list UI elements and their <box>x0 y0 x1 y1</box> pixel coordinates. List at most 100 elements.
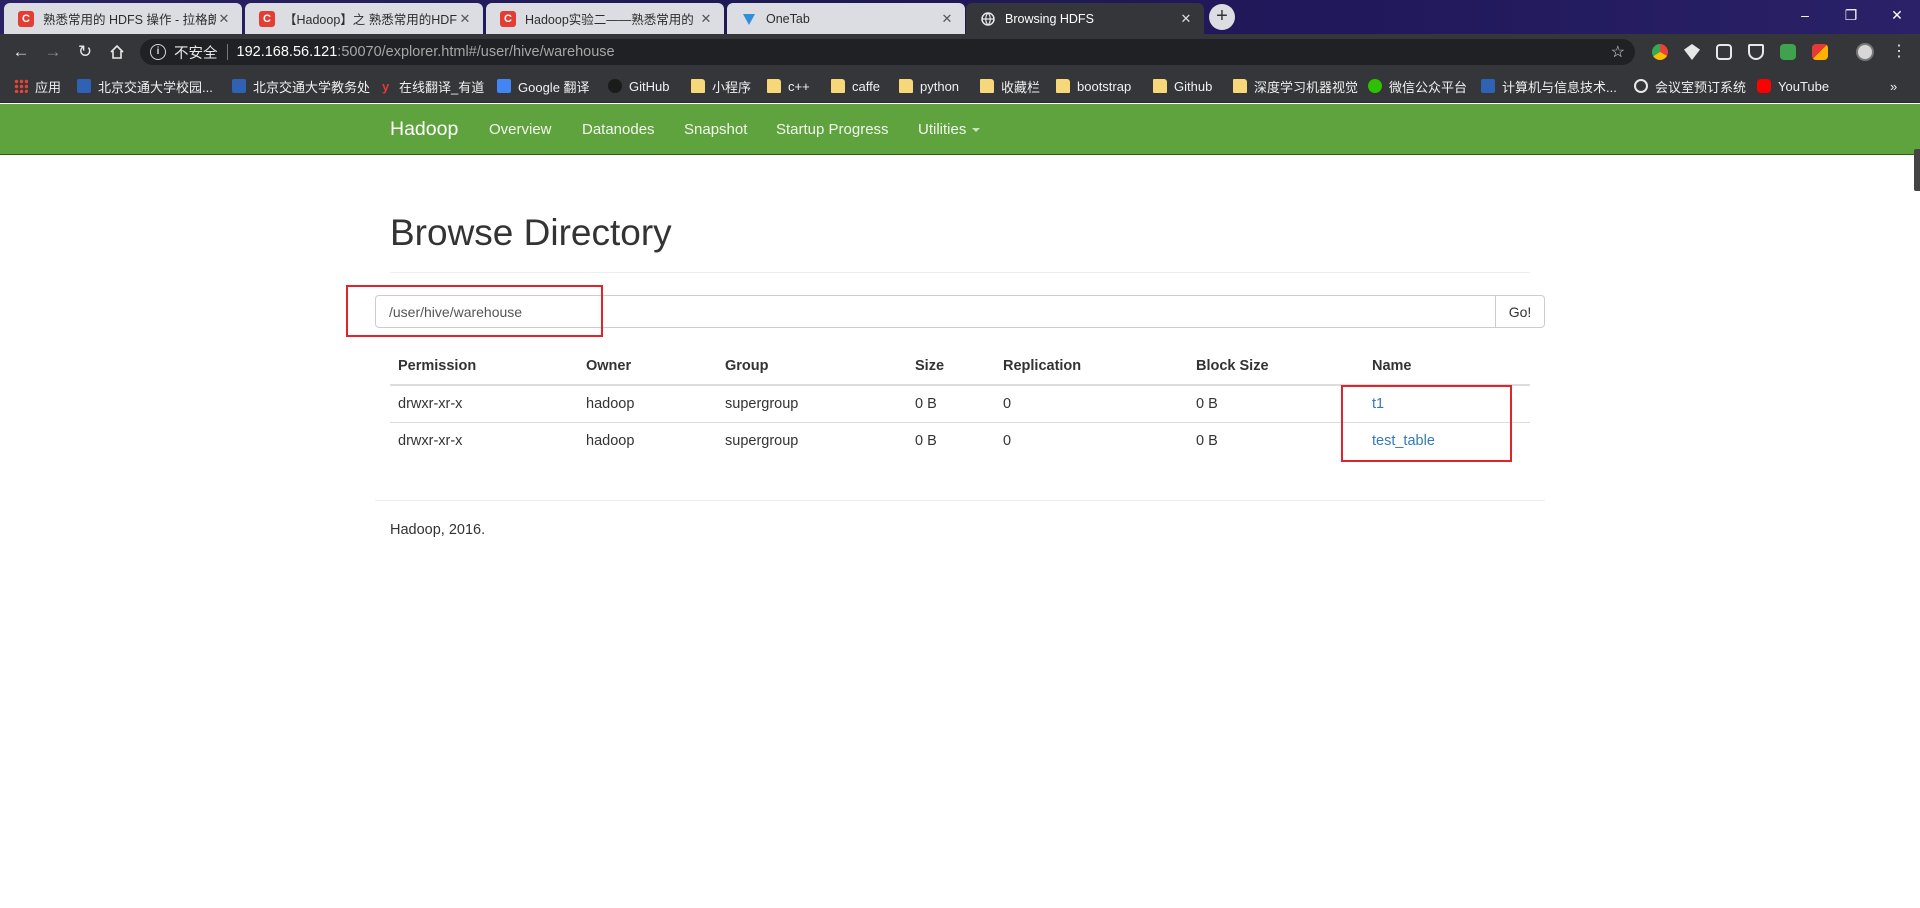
bookmark-label: 会议室预订系统 <box>1655 79 1747 95</box>
restore-icon[interactable]: ❐ <box>1828 3 1874 27</box>
cell-size: 0 B <box>907 421 995 459</box>
divider <box>375 500 1545 501</box>
bookmark-folder-cpp[interactable]: c++ <box>767 77 810 95</box>
info-icon[interactable]: i <box>150 44 166 60</box>
column-header-replication[interactable]: Replication <box>995 347 1188 386</box>
menu-kebab-icon[interactable]: ⋮ <box>1888 41 1910 63</box>
github-icon <box>608 79 622 93</box>
bjtu-icon <box>1481 79 1495 93</box>
bookmark-github[interactable]: GitHub <box>608 77 669 95</box>
folder-icon <box>767 79 781 93</box>
tab-hdfs-ops-csdn[interactable]: C 熟悉常用的 HDFS 操作 - 拉格朗 ✕ <box>4 3 242 34</box>
cell-permission: drwxr-xr-x <box>390 384 578 422</box>
forward-icon[interactable]: → <box>42 41 64 63</box>
green-extension-icon[interactable] <box>1780 44 1796 60</box>
browser-toolbar: ← → ↻ i 不安全 192.168.56.121:50070/explore… <box>0 34 1920 69</box>
close-icon[interactable]: ✕ <box>457 11 473 27</box>
folder-icon <box>1153 79 1167 93</box>
bookmark-label: 北京交通大学教务处 <box>253 79 371 95</box>
bookmark-label: python <box>920 78 960 94</box>
shield-extension-icon[interactable] <box>1748 44 1764 60</box>
close-icon[interactable]: ✕ <box>939 11 955 27</box>
browser-tab-strip: C 熟悉常用的 HDFS 操作 - 拉格朗 ✕ C 【Hadoop】之 熟悉常用… <box>0 0 1920 34</box>
gem-extension-icon[interactable] <box>1684 44 1700 60</box>
nav-overview[interactable]: Overview <box>489 121 552 138</box>
bjtu-icon <box>77 79 91 93</box>
bookmark-youtube[interactable]: YouTube <box>1757 77 1829 95</box>
bookmark-folder-miniprogram[interactable]: 小程序 <box>691 77 751 95</box>
security-label: 不安全 <box>174 45 218 62</box>
scrollbar-thumb[interactable] <box>1914 149 1920 191</box>
nav-snapshot[interactable]: Snapshot <box>684 121 747 138</box>
bookmark-folder-bootstrap[interactable]: bootstrap <box>1056 77 1131 95</box>
colorful-extension-icon[interactable] <box>1812 44 1828 60</box>
bookmark-label: 深度学习机器视觉 <box>1254 79 1359 95</box>
bookmark-google-translate[interactable]: Google 翻译 <box>497 77 590 95</box>
folder-icon <box>980 79 994 93</box>
tab-title: Hadoop实验二——熟悉常用的 <box>525 13 694 27</box>
column-header-size[interactable]: Size <box>907 347 995 386</box>
column-header-group[interactable]: Group <box>717 347 907 386</box>
reader-extension-icon[interactable] <box>1716 44 1732 60</box>
window-close-icon[interactable]: ✕ <box>1874 3 1920 27</box>
bookmark-folder-deep-learning[interactable]: 深度学习机器视觉 <box>1233 77 1358 95</box>
cell-owner: hadoop <box>578 421 717 459</box>
bookmark-label: caffe <box>852 78 880 94</box>
bookmark-label: bootstrap <box>1077 78 1132 94</box>
close-icon[interactable]: ✕ <box>216 11 232 27</box>
csdn-icon: C <box>500 10 516 27</box>
nav-utilities-dropdown[interactable]: Utilities <box>918 121 981 138</box>
youtube-icon <box>1757 79 1771 93</box>
back-icon[interactable]: ← <box>10 41 32 63</box>
cell-replication: 0 <box>995 384 1188 422</box>
bookmark-folder-python[interactable]: python <box>899 77 959 95</box>
bjtu-icon <box>232 79 246 93</box>
bookmark-wechat[interactable]: 微信公众平台 <box>1368 77 1467 95</box>
bookmark-cs-school[interactable]: 计算机与信息技术... <box>1481 77 1617 95</box>
tab-hadoop-lab-csdn[interactable]: C Hadoop实验二——熟悉常用的 ✕ <box>486 3 724 34</box>
nav-startup-progress[interactable]: Startup Progress <box>776 121 889 138</box>
bookmark-apps[interactable]: 应用 <box>14 77 61 95</box>
home-icon[interactable] <box>106 41 128 63</box>
minimize-icon[interactable]: – <box>1782 3 1828 27</box>
close-icon[interactable]: ✕ <box>698 11 714 27</box>
folder-icon <box>899 79 913 93</box>
cell-replication: 0 <box>995 421 1188 459</box>
nav-datanodes[interactable]: Datanodes <box>582 121 655 138</box>
tab-onetab[interactable]: OneTab ✕ <box>727 3 965 34</box>
bookmarks-bar: 应用 北京交通大学校园... 北京交通大学教务处 y 在线翻译_有道 Googl… <box>0 69 1920 103</box>
bookmark-folder-caffe[interactable]: caffe <box>831 77 880 95</box>
bookmarks-overflow-icon[interactable]: » <box>1890 77 1897 95</box>
tab-hadoop-hdfs-csdn[interactable]: C 【Hadoop】之 熟悉常用的HDFS ✕ <box>245 3 483 34</box>
cell-size: 0 B <box>907 384 995 422</box>
page-title: Browse Directory <box>390 212 672 253</box>
bookmark-label: 微信公众平台 <box>1389 79 1468 95</box>
cell-group: supergroup <box>717 384 907 422</box>
csdn-icon: C <box>18 10 34 27</box>
bookmark-bjtu-academic[interactable]: 北京交通大学教务处 <box>232 77 370 95</box>
navbar-brand[interactable]: Hadoop <box>390 118 458 141</box>
chrome-extension-icon[interactable] <box>1652 44 1668 60</box>
tab-browsing-hdfs[interactable]: Browsing HDFS ✕ <box>966 3 1204 34</box>
bookmark-meeting-room[interactable]: 会议室预订系统 <box>1634 77 1746 95</box>
go-button[interactable]: Go! <box>1495 295 1545 328</box>
reload-icon[interactable]: ↻ <box>74 41 96 63</box>
bookmark-bjtu-campus[interactable]: 北京交通大学校园... <box>77 77 213 95</box>
address-bar[interactable]: i 不安全 192.168.56.121:50070/explorer.html… <box>140 39 1635 65</box>
bookmark-folder-favorites[interactable]: 收藏栏 <box>980 77 1040 95</box>
column-header-block-size[interactable]: Block Size <box>1188 347 1364 386</box>
bookmark-label: 小程序 <box>712 79 752 95</box>
bookmark-youdao[interactable]: y 在线翻译_有道 <box>382 77 484 95</box>
column-header-owner[interactable]: Owner <box>578 347 717 386</box>
close-icon[interactable]: ✕ <box>1178 11 1194 27</box>
bookmark-star-icon[interactable]: ☆ <box>1611 42 1625 62</box>
tab-title: Browsing HDFS <box>1005 11 1094 26</box>
new-tab-button[interactable]: + <box>1209 4 1235 30</box>
column-header-name[interactable]: Name <box>1364 347 1530 386</box>
onetab-icon <box>741 11 757 27</box>
avatar[interactable] <box>1856 43 1874 61</box>
divider <box>390 272 1530 273</box>
bookmark-folder-github[interactable]: Github <box>1153 77 1212 95</box>
cell-permission: drwxr-xr-x <box>390 421 578 459</box>
column-header-permission[interactable]: Permission <box>390 347 578 386</box>
